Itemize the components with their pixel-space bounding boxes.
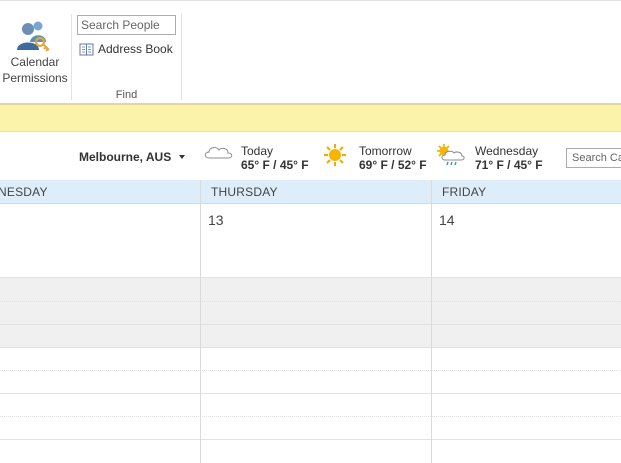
- calendar-permissions-label-line2: Permissions: [2, 71, 68, 85]
- calendar-permissions-icon: [17, 21, 50, 52]
- ribbon-group-separator: [71, 14, 72, 100]
- date-number[interactable]: 14: [439, 212, 455, 228]
- weather-location[interactable]: Melbourne, AUS: [79, 150, 171, 164]
- sunny-icon: [324, 144, 346, 166]
- date-number[interactable]: 13: [208, 212, 224, 228]
- chevron-down-icon[interactable]: [179, 155, 185, 159]
- weather-day-label: Wednesday: [475, 144, 539, 158]
- weather-temps: 71° F / 45° F: [475, 158, 543, 172]
- cloudy-icon: [204, 147, 233, 159]
- day-column-friday[interactable]: [432, 230, 621, 463]
- day-name-wednesday: NESDAY: [0, 185, 48, 199]
- address-book-label: Address Book: [98, 42, 173, 56]
- sun-rain-icon: [437, 144, 465, 166]
- weather-day-label: Today: [241, 144, 274, 158]
- find-group-label: Find: [115, 89, 138, 101]
- info-bar: [0, 104, 621, 132]
- address-book-icon: [79, 43, 94, 55]
- search-calendar-input[interactable]: [566, 148, 621, 168]
- calendar-permissions-label-line1: Calendar: [10, 55, 60, 69]
- weather-temps: 65° F / 45° F: [241, 158, 309, 172]
- ribbon-group-separator: [181, 14, 182, 100]
- day-name-friday: FRIDAY: [442, 185, 487, 199]
- day-column-thursday[interactable]: [201, 230, 431, 463]
- calendar-permissions-button[interactable]: Calendar Permissions: [0, 14, 70, 88]
- weather-temps: 69° F / 52° F: [359, 158, 427, 172]
- day-header-row: [0, 180, 621, 204]
- calendar-permissions-label: Calendar Permissions: [0, 54, 70, 86]
- day-column-wednesday[interactable]: [0, 205, 200, 463]
- address-book-button[interactable]: Address Book: [79, 40, 173, 58]
- day-name-thursday: THURSDAY: [211, 185, 278, 199]
- search-people-input[interactable]: [77, 15, 176, 35]
- weather-day-label: Tomorrow: [359, 144, 412, 158]
